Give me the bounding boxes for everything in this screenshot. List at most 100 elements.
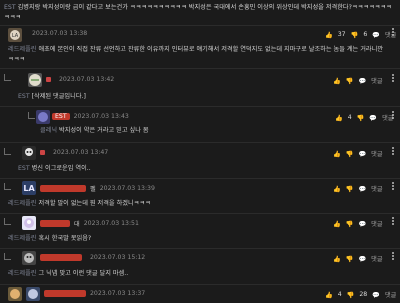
divider [0,248,400,249]
comment-icon: 💬 [358,255,367,263]
dislike-icon[interactable]: 👎 [347,291,355,299]
comment-prefix: EST [18,93,30,100]
divider [0,106,400,107]
nickname-badge-icon [40,185,86,192]
level-badge-icon [46,77,51,82]
dislike-icon[interactable]: 👎 [346,220,354,228]
divider [0,284,400,285]
avatar[interactable] [22,251,36,265]
comment-icon: 💬 [372,291,380,299]
reply-button[interactable]: 댓글 [371,254,382,263]
comment-prefix: 레드제플린 [8,270,37,277]
like-icon[interactable]: 👍 [333,150,341,158]
comment-timestamp: 2023.07.03 13:42 [59,76,115,83]
comment-timestamp: 2023.07.03 13:43 [73,113,129,120]
like-count: 4 [337,291,342,298]
reply-arrow-icon [4,183,11,190]
reply-arrow-icon [4,218,11,225]
comment-prefix: 레드제플린 [8,46,37,53]
comment-icon: 💬 [369,114,378,122]
more-menu-icon[interactable] [392,111,394,120]
avatar[interactable] [22,146,36,160]
avatar[interactable]: LA [22,181,36,195]
intro-prefix: EST [4,4,16,11]
dislike-count: 6 [363,31,368,38]
dislike-icon[interactable]: 👎 [351,31,359,39]
reply-arrow-icon [28,112,35,119]
reply-button[interactable]: 댓글 [385,30,396,39]
dislike-count: 28 [359,291,368,298]
comment-text: 혹시 한국말 못읽음? [38,235,92,242]
comment-text: 그 닉넴 맞고 이런 댓글 달지 마셈.. [38,270,129,277]
comment-icon: 💬 [372,31,380,39]
more-menu-icon[interactable] [392,252,394,261]
divider [0,142,400,143]
reply-button[interactable]: 댓글 [385,290,396,299]
like-icon[interactable]: 👍 [325,291,333,299]
comment-timestamp: 2023.07.03 13:47 [53,149,109,156]
avatar[interactable] [36,110,50,124]
comment-icon: 💬 [358,185,367,193]
like-icon[interactable]: 👍 [333,220,341,228]
comment-timestamp: 2023.07.03 15:12 [90,254,146,261]
reply-button[interactable]: 댓글 [371,219,382,228]
reply-arrow-icon [4,253,11,260]
comment-timestamp: 2023.07.03 13:38 [32,30,88,37]
reply-button[interactable]: 댓글 [371,149,382,158]
comment-nickname[interactable]: 대 [74,219,80,228]
intro-body: 김병지랑 박지성이랑 급이 같다고 보는건가 ㅋㅋㅋㅋㅋㅋㅋㅋㅋㅋ 박지성은 국… [4,4,392,21]
reply-arrow-icon [4,148,11,155]
divider [0,68,400,69]
like-icon[interactable]: 👍 [333,255,341,263]
more-menu-icon[interactable] [392,217,394,226]
like-icon[interactable]: 👍 [325,31,333,39]
comment-prefix: 레드제플린 [8,200,37,207]
more-menu-icon[interactable] [392,74,394,83]
comment-prefix: 레드제플린 [8,235,37,242]
comment-text: [삭제된 댓글입니다.] [31,93,86,100]
nickname-badge-icon [40,220,70,227]
nickname-badge-icon [44,290,86,297]
comment-icon: 💬 [358,220,367,228]
dislike-icon[interactable]: 👎 [357,114,365,122]
comment-timestamp: 2023.07.03 13:51 [83,220,139,227]
divider [0,25,400,26]
divider [0,213,400,214]
dislike-icon[interactable]: 👎 [346,185,354,193]
comment-nickname[interactable]: EST [52,113,70,120]
comment-text: 박지성이 약은 거라고 믿고 싶나 봄 [59,127,149,134]
svg-text:LA: LA [23,184,35,193]
svg-text:LA: LA [12,33,19,39]
dislike-icon[interactable]: 👎 [346,77,354,85]
reply-button[interactable]: 댓글 [371,76,382,85]
like-icon[interactable]: 👍 [333,77,341,85]
more-menu-icon[interactable] [392,147,394,156]
comment-icon: 💬 [358,150,367,158]
divider [0,178,400,179]
comment-icon: 💬 [358,77,367,85]
comment-timestamp: 2023.07.03 13:37 [90,290,146,297]
avatar[interactable] [28,73,42,87]
avatar[interactable] [26,287,40,301]
avatar[interactable]: LA [8,28,22,42]
reply-button[interactable]: 댓글 [371,184,382,193]
reply-arrow-icon [4,74,11,81]
comment-timestamp: 2023.07.03 13:39 [99,185,155,192]
avatar[interactable] [8,287,22,301]
post-intro-text: EST 김병지랑 박지성이랑 급이 같다고 보는건가 ㅋㅋㅋㅋㅋㅋㅋㅋㅋㅋ 박지… [4,3,396,23]
comment-nickname[interactable]: 펠 [90,184,96,193]
dislike-icon[interactable]: 👎 [346,150,354,158]
more-menu-icon[interactable] [392,28,394,37]
more-menu-icon[interactable] [392,182,394,191]
nickname-badge-icon [40,254,82,261]
like-icon[interactable]: 👍 [333,185,341,193]
comment-prefix: 클레닉 [40,127,58,134]
comment-text: 애초에 본인이 직접 잔류 선언하고 잔류한 이유까지 인터뷰로 얘기해서 저격… [8,46,383,63]
dislike-icon[interactable]: 👎 [346,255,354,263]
like-count: 4 [347,114,352,121]
comment-prefix: EST [18,165,30,172]
like-count: 37 [337,31,346,38]
comment-text: 병신 이그로운임 역이.. [31,165,91,172]
like-icon[interactable]: 👍 [335,114,343,122]
avatar[interactable] [22,216,36,230]
